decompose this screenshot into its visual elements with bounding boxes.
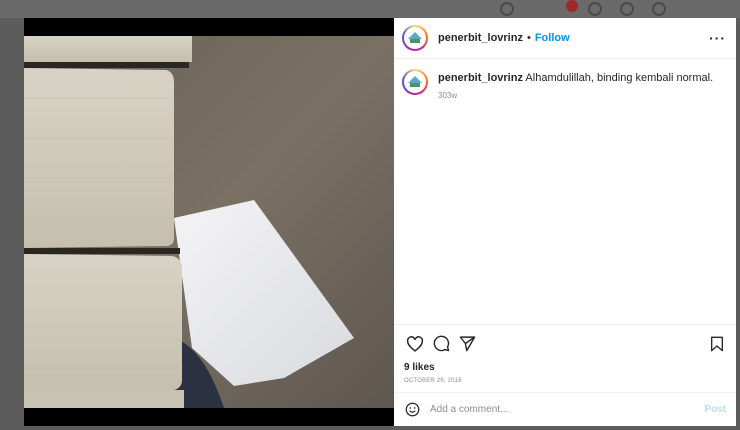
post-photo[interactable] [24, 18, 394, 426]
caption: penerbit_lovrinz Alhamdulillah, binding … [402, 69, 726, 103]
like-button[interactable] [404, 333, 426, 355]
more-options-button[interactable]: ··· [709, 31, 726, 45]
caption-text: Alhamdulillah, binding kembali normal. [525, 72, 714, 84]
publisher-logo-icon [408, 32, 422, 43]
post-date: OCTOBER 26, 2016 [404, 378, 462, 384]
comments-section: penerbit_lovrinz Alhamdulillah, binding … [394, 59, 736, 324]
comment-bar: Post [394, 392, 736, 426]
caption-avatar[interactable] [402, 69, 428, 95]
post-comment-button[interactable]: Post [704, 404, 726, 415]
publisher-logo-icon [408, 76, 422, 87]
post-header: penerbit_lovrinz • Follow ··· [394, 18, 736, 59]
home-icon [500, 2, 514, 16]
background-page-toolbar [0, 0, 740, 18]
avatar[interactable] [402, 25, 428, 51]
caption-time[interactable]: 303w [438, 89, 713, 103]
comment-button[interactable] [430, 333, 452, 355]
smiley-icon [405, 402, 419, 417]
speech-bubble-icon [433, 335, 449, 352]
paper-plane-icon [459, 336, 475, 352]
header-separator: • [526, 32, 531, 44]
photo-image [24, 18, 394, 426]
emoji-button[interactable] [404, 402, 420, 418]
caption-username[interactable]: penerbit_lovrinz [438, 72, 523, 84]
follow-button[interactable]: Follow [535, 32, 570, 44]
bookmark-icon [711, 336, 723, 351]
header-username[interactable]: penerbit_lovrinz [438, 32, 523, 44]
likes-count[interactable]: 9 likes [394, 362, 736, 376]
share-button[interactable] [456, 333, 478, 355]
post-side-panel: penerbit_lovrinz • Follow ··· penerbit_l… [394, 18, 736, 426]
post-modal: penerbit_lovrinz • Follow ··· penerbit_l… [24, 18, 736, 426]
comment-input[interactable] [430, 404, 705, 415]
messages-icon [588, 2, 602, 16]
ellipsis-icon: ··· [709, 30, 726, 46]
explore-icon [620, 2, 634, 16]
notification-badge [566, 0, 578, 12]
save-button[interactable] [706, 333, 728, 355]
activity-icon [652, 2, 666, 16]
action-bar [394, 324, 736, 362]
heart-icon [406, 335, 424, 352]
